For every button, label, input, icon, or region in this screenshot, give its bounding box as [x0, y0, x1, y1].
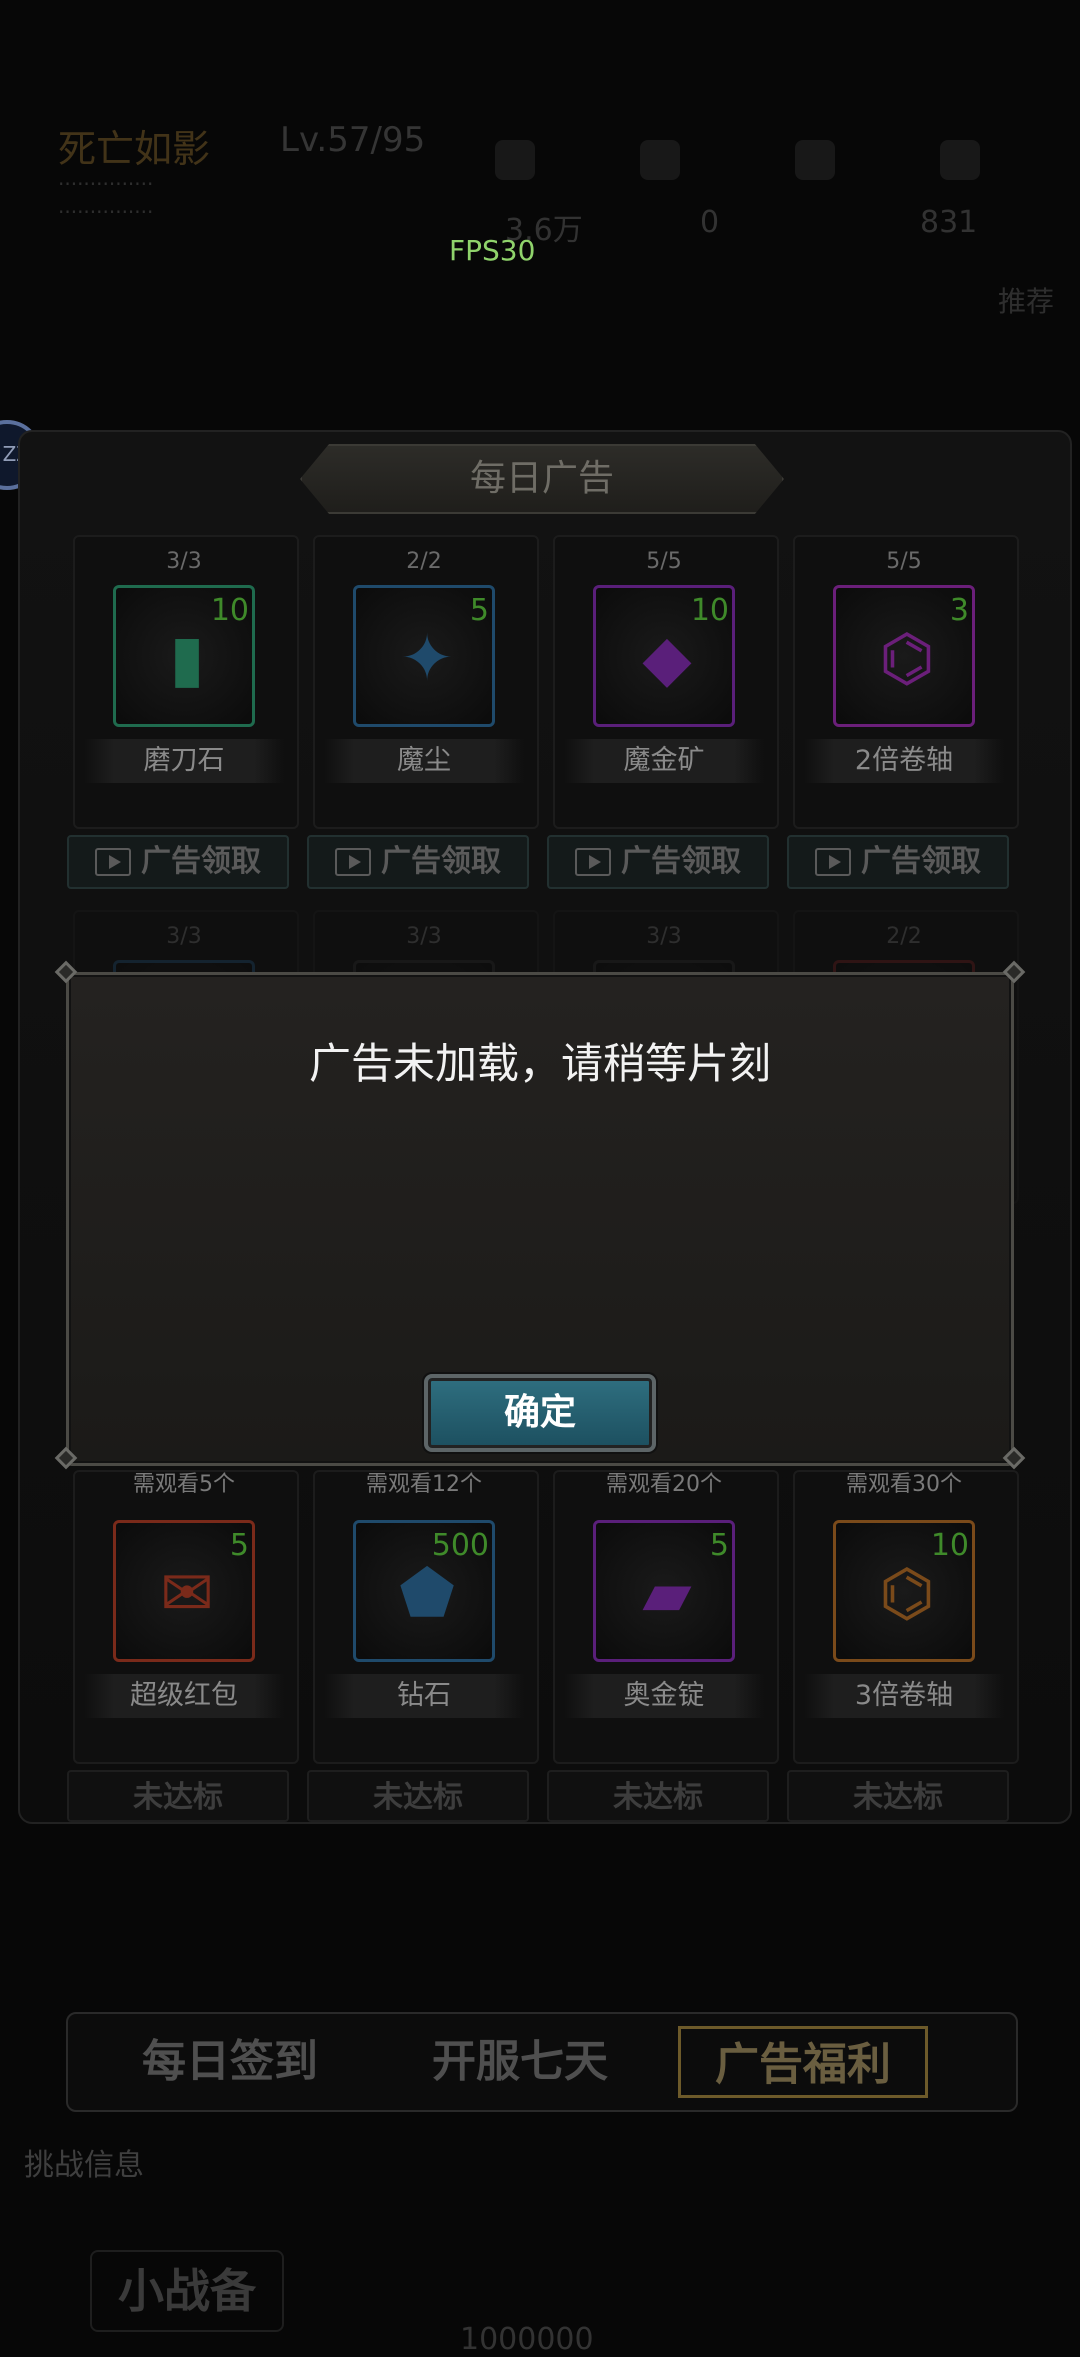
recommend-label[interactable]: 推荐: [998, 280, 1054, 320]
war-prep-button[interactable]: 小战备: [90, 2250, 284, 2332]
watch-ad-label: 广告领取: [621, 844, 741, 879]
item-quantity: 3: [949, 593, 969, 628]
item-name: 超级红包: [84, 1674, 284, 1718]
not-reached-button[interactable]: 未达标: [787, 1770, 1009, 1822]
tab-seven-days[interactable]: 开服七天: [400, 2026, 640, 2098]
claim-count: 3/3: [166, 549, 202, 574]
claim-count: 3/3: [646, 924, 682, 949]
item-name: 2倍卷轴: [804, 739, 1004, 783]
claim-count: 3/3: [406, 924, 442, 949]
bottom-number: 1000000: [460, 2322, 594, 2357]
dialog-message: 广告未加载，请稍等片刻: [308, 1039, 771, 1088]
not-reached-button[interactable]: 未达标: [67, 1770, 289, 1822]
challenge-info-label: 挑战信息: [24, 2148, 144, 2183]
panel-title: 每日广告: [300, 444, 784, 514]
energy-amount: 831: [920, 205, 978, 240]
player-name: 死亡如影: [58, 127, 211, 171]
item-quantity: 5: [469, 593, 489, 628]
tab-daily-checkin[interactable]: 每日签到: [110, 2026, 350, 2098]
claim-count: 3/3: [166, 924, 202, 949]
map-icon[interactable]: [495, 140, 535, 180]
mail-icon[interactable]: [795, 140, 835, 180]
subinfo-line-2: ···············: [58, 200, 154, 224]
not-reached-button[interactable]: 未达标: [547, 1770, 769, 1822]
play-icon: [335, 848, 371, 876]
item-quantity: 10: [690, 593, 729, 628]
item-name: 魔金矿: [564, 739, 764, 783]
gem-amount: 0: [700, 205, 720, 240]
item-name: 奥金锭: [564, 1674, 764, 1718]
player-level: Lv.57/95: [280, 120, 426, 160]
item-quantity: 10: [210, 593, 249, 628]
item-quantity: 5: [709, 1528, 729, 1563]
player-subinfo: ··············· ···············: [58, 170, 388, 230]
watch-ad-button[interactable]: 广告领取: [787, 835, 1009, 889]
bag-icon[interactable]: [640, 140, 680, 180]
top-hud: 死亡如影 Lv.57/95 ··············· ··········…: [0, 0, 1080, 330]
watch-requirement: 需观看20个: [606, 1472, 722, 1497]
play-icon: [815, 848, 851, 876]
watch-requirement: 需观看12个: [366, 1472, 482, 1497]
item-name: 魔尘: [324, 739, 524, 783]
watch-ad-button[interactable]: 广告领取: [67, 835, 289, 889]
claim-count: 2/2: [406, 549, 442, 574]
subinfo-line-1: ···············: [58, 172, 154, 196]
watch-ad-button[interactable]: 广告领取: [307, 835, 529, 889]
item-quantity: 500: [431, 1528, 489, 1563]
watch-ad-label: 广告领取: [861, 844, 981, 879]
play-icon: [575, 848, 611, 876]
claim-count: 2/2: [886, 924, 922, 949]
item-name: 磨刀石: [84, 739, 284, 783]
claim-count: 5/5: [886, 549, 922, 574]
item-name: 钻石: [324, 1674, 524, 1718]
confirm-button[interactable]: 确定: [424, 1374, 656, 1452]
fps-counter: FPS30: [449, 234, 536, 267]
play-icon: [95, 848, 131, 876]
not-reached-button[interactable]: 未达标: [307, 1770, 529, 1822]
watch-requirement: 需观看30个: [846, 1472, 962, 1497]
item-name: 3倍卷轴: [804, 1674, 1004, 1718]
settings-icon[interactable]: [940, 140, 980, 180]
tab-ad-welfare[interactable]: 广告福利: [678, 2026, 928, 2098]
item-quantity: 5: [229, 1528, 249, 1563]
watch-ad-label: 广告领取: [381, 844, 501, 879]
watch-requirement: 需观看5个: [133, 1472, 235, 1497]
claim-count: 5/5: [646, 549, 682, 574]
watch-ad-label: 广告领取: [141, 844, 261, 879]
item-quantity: 10: [930, 1528, 969, 1563]
watch-ad-button[interactable]: 广告领取: [547, 835, 769, 889]
